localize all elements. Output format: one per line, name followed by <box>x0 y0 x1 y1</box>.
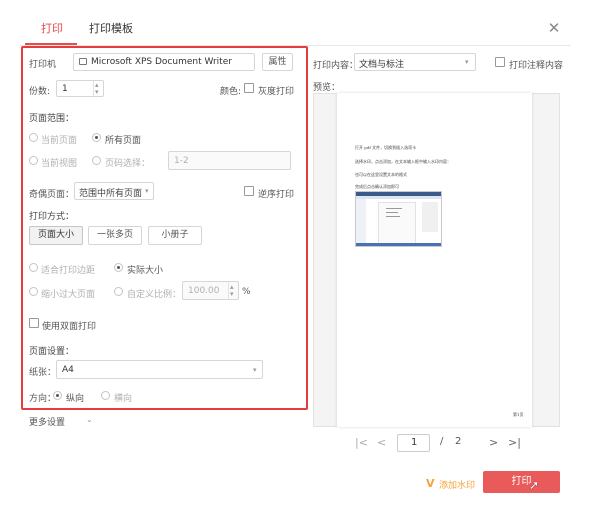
paper-value: A4 <box>62 365 74 375</box>
print-content-select[interactable]: 文档与标注 ▾ <box>354 53 476 71</box>
tab-print-template[interactable]: 打印模板 <box>89 20 133 36</box>
odd-even-select[interactable]: 范围中所有页面 ▾ <box>74 182 154 200</box>
printer-properties-button[interactable]: 属性 <box>262 53 293 71</box>
reverse-order-label: 逆序打印 <box>258 190 295 200</box>
all-pages-radio[interactable] <box>92 133 101 142</box>
fit-margin-label: 适合打印边距 <box>41 266 96 276</box>
chevron-down-icon: ▾ <box>145 187 149 195</box>
last-page-icon[interactable]: >| <box>508 436 521 449</box>
preview-label: 预览： <box>313 83 341 93</box>
more-settings-link[interactable]: 更多设置 <box>29 415 65 428</box>
page-select-input[interactable]: 1-2 <box>168 151 291 170</box>
shrink-radio[interactable] <box>29 287 38 296</box>
chevron-down-icon: ▾ <box>465 58 469 66</box>
page-select-radio[interactable] <box>92 156 101 165</box>
chevron-down-icon: ▾ <box>253 366 257 374</box>
chevron-down-icon[interactable]: ⌄ <box>86 415 93 424</box>
stepper-down-icon[interactable]: ▾ <box>95 88 99 96</box>
preview-text-line: 打开 pdf 文件，切换到插入选项卡 <box>355 145 417 150</box>
custom-scale-radio[interactable] <box>114 287 123 296</box>
paper-select[interactable]: A4 ▾ <box>56 360 263 379</box>
close-icon[interactable]: ✕ <box>546 20 562 36</box>
mouse-cursor-icon: ➚ <box>529 478 540 492</box>
landscape-radio[interactable] <box>101 391 110 400</box>
page-number-input[interactable]: 1 <box>397 434 430 452</box>
print-button[interactable]: 打印 <box>483 471 560 493</box>
printer-select[interactable]: Microsoft XPS Document Writer <box>73 53 255 71</box>
printer-icon <box>79 58 87 65</box>
grayscale-label: 灰度打印 <box>258 87 295 97</box>
preview-screenshot-image <box>355 191 442 247</box>
preview-page-number: 第1页 <box>513 412 524 417</box>
landscape-label: 横向 <box>114 394 133 404</box>
paper-label: 纸张： <box>29 368 57 378</box>
print-annotations-label: 打印注释内容 <box>509 61 564 71</box>
shrink-label: 缩小过大页面 <box>41 290 96 300</box>
custom-scale-label: 自定义比例： <box>127 290 182 300</box>
all-pages-label: 所有页面 <box>105 136 142 146</box>
copies-value: 1 <box>62 84 68 94</box>
fit-margin-radio[interactable] <box>29 263 38 272</box>
current-page-label: 当前页面 <box>41 136 78 146</box>
custom-scale-stepper[interactable]: 100.00 ▴ ▾ <box>182 281 239 300</box>
mode-multi-page-button[interactable]: 一张多页 <box>88 226 142 245</box>
custom-scale-value: 100.00 <box>188 286 220 296</box>
stepper-down-icon[interactable]: ▾ <box>230 290 234 298</box>
portrait-label: 纵向 <box>66 394 85 404</box>
reverse-order-checkbox[interactable] <box>244 186 254 196</box>
preview-text-line: 选择水印，点击添加，在文本输入框中输入水印内容： <box>355 159 451 164</box>
copies-stepper[interactable]: 1 ▴ ▾ <box>56 80 104 97</box>
first-page-icon[interactable]: |< <box>355 436 368 449</box>
duplex-label: 使用双面打印 <box>42 322 97 332</box>
current-page-value: 1 <box>411 437 418 448</box>
current-view-radio[interactable] <box>29 156 38 165</box>
grayscale-checkbox[interactable] <box>244 83 254 93</box>
odd-even-label: 奇偶页面： <box>29 190 75 200</box>
duplex-checkbox[interactable] <box>29 318 39 328</box>
printer-label: 打印机 <box>29 60 57 70</box>
prev-page-icon[interactable]: < <box>377 436 386 449</box>
percent-sign: % <box>242 287 251 297</box>
pager-separator: / <box>440 436 444 447</box>
page-select-label: 页码选择： <box>105 159 151 169</box>
portrait-radio[interactable] <box>53 391 62 400</box>
printer-value: Microsoft XPS Document Writer <box>91 57 232 67</box>
watermark-icon[interactable]: V <box>426 477 435 490</box>
preview-text-line: 完成后点击确认添加即可 <box>355 184 399 189</box>
print-content-label: 打印内容： <box>313 61 359 71</box>
preview-text-line: 也可以在这里设置文本的格式 <box>355 172 407 177</box>
orientation-label: 方向： <box>29 394 57 404</box>
preview-page: 打开 pdf 文件，切换到插入选项卡 选择水印，点击添加，在文本输入框中输入水印… <box>337 93 532 427</box>
add-watermark-link[interactable]: 添加水印 <box>439 478 475 491</box>
page-setup-title: 页面设置： <box>29 347 75 357</box>
current-page-radio[interactable] <box>29 133 38 142</box>
tab-print[interactable]: 打印 <box>41 20 63 36</box>
actual-size-label: 实际大小 <box>127 266 164 276</box>
next-page-icon[interactable]: > <box>489 436 498 449</box>
print-annotations-checkbox[interactable] <box>495 57 505 67</box>
page-range-title: 页面范围： <box>29 114 75 124</box>
print-content-value: 文档与标注 <box>359 60 405 70</box>
mode-page-size-button[interactable]: 页面大小 <box>29 226 83 245</box>
actual-size-radio[interactable] <box>114 263 123 272</box>
page-select-placeholder: 1-2 <box>174 156 189 166</box>
print-mode-title: 打印方式： <box>29 212 75 222</box>
total-pages: 2 <box>455 436 462 447</box>
current-view-label: 当前视图 <box>41 159 78 169</box>
copies-label: 份数: <box>29 87 51 97</box>
mode-booklet-button[interactable]: 小册子 <box>148 226 202 245</box>
color-label: 颜色: <box>220 87 242 97</box>
odd-even-value: 范围中所有页面 <box>79 189 143 199</box>
